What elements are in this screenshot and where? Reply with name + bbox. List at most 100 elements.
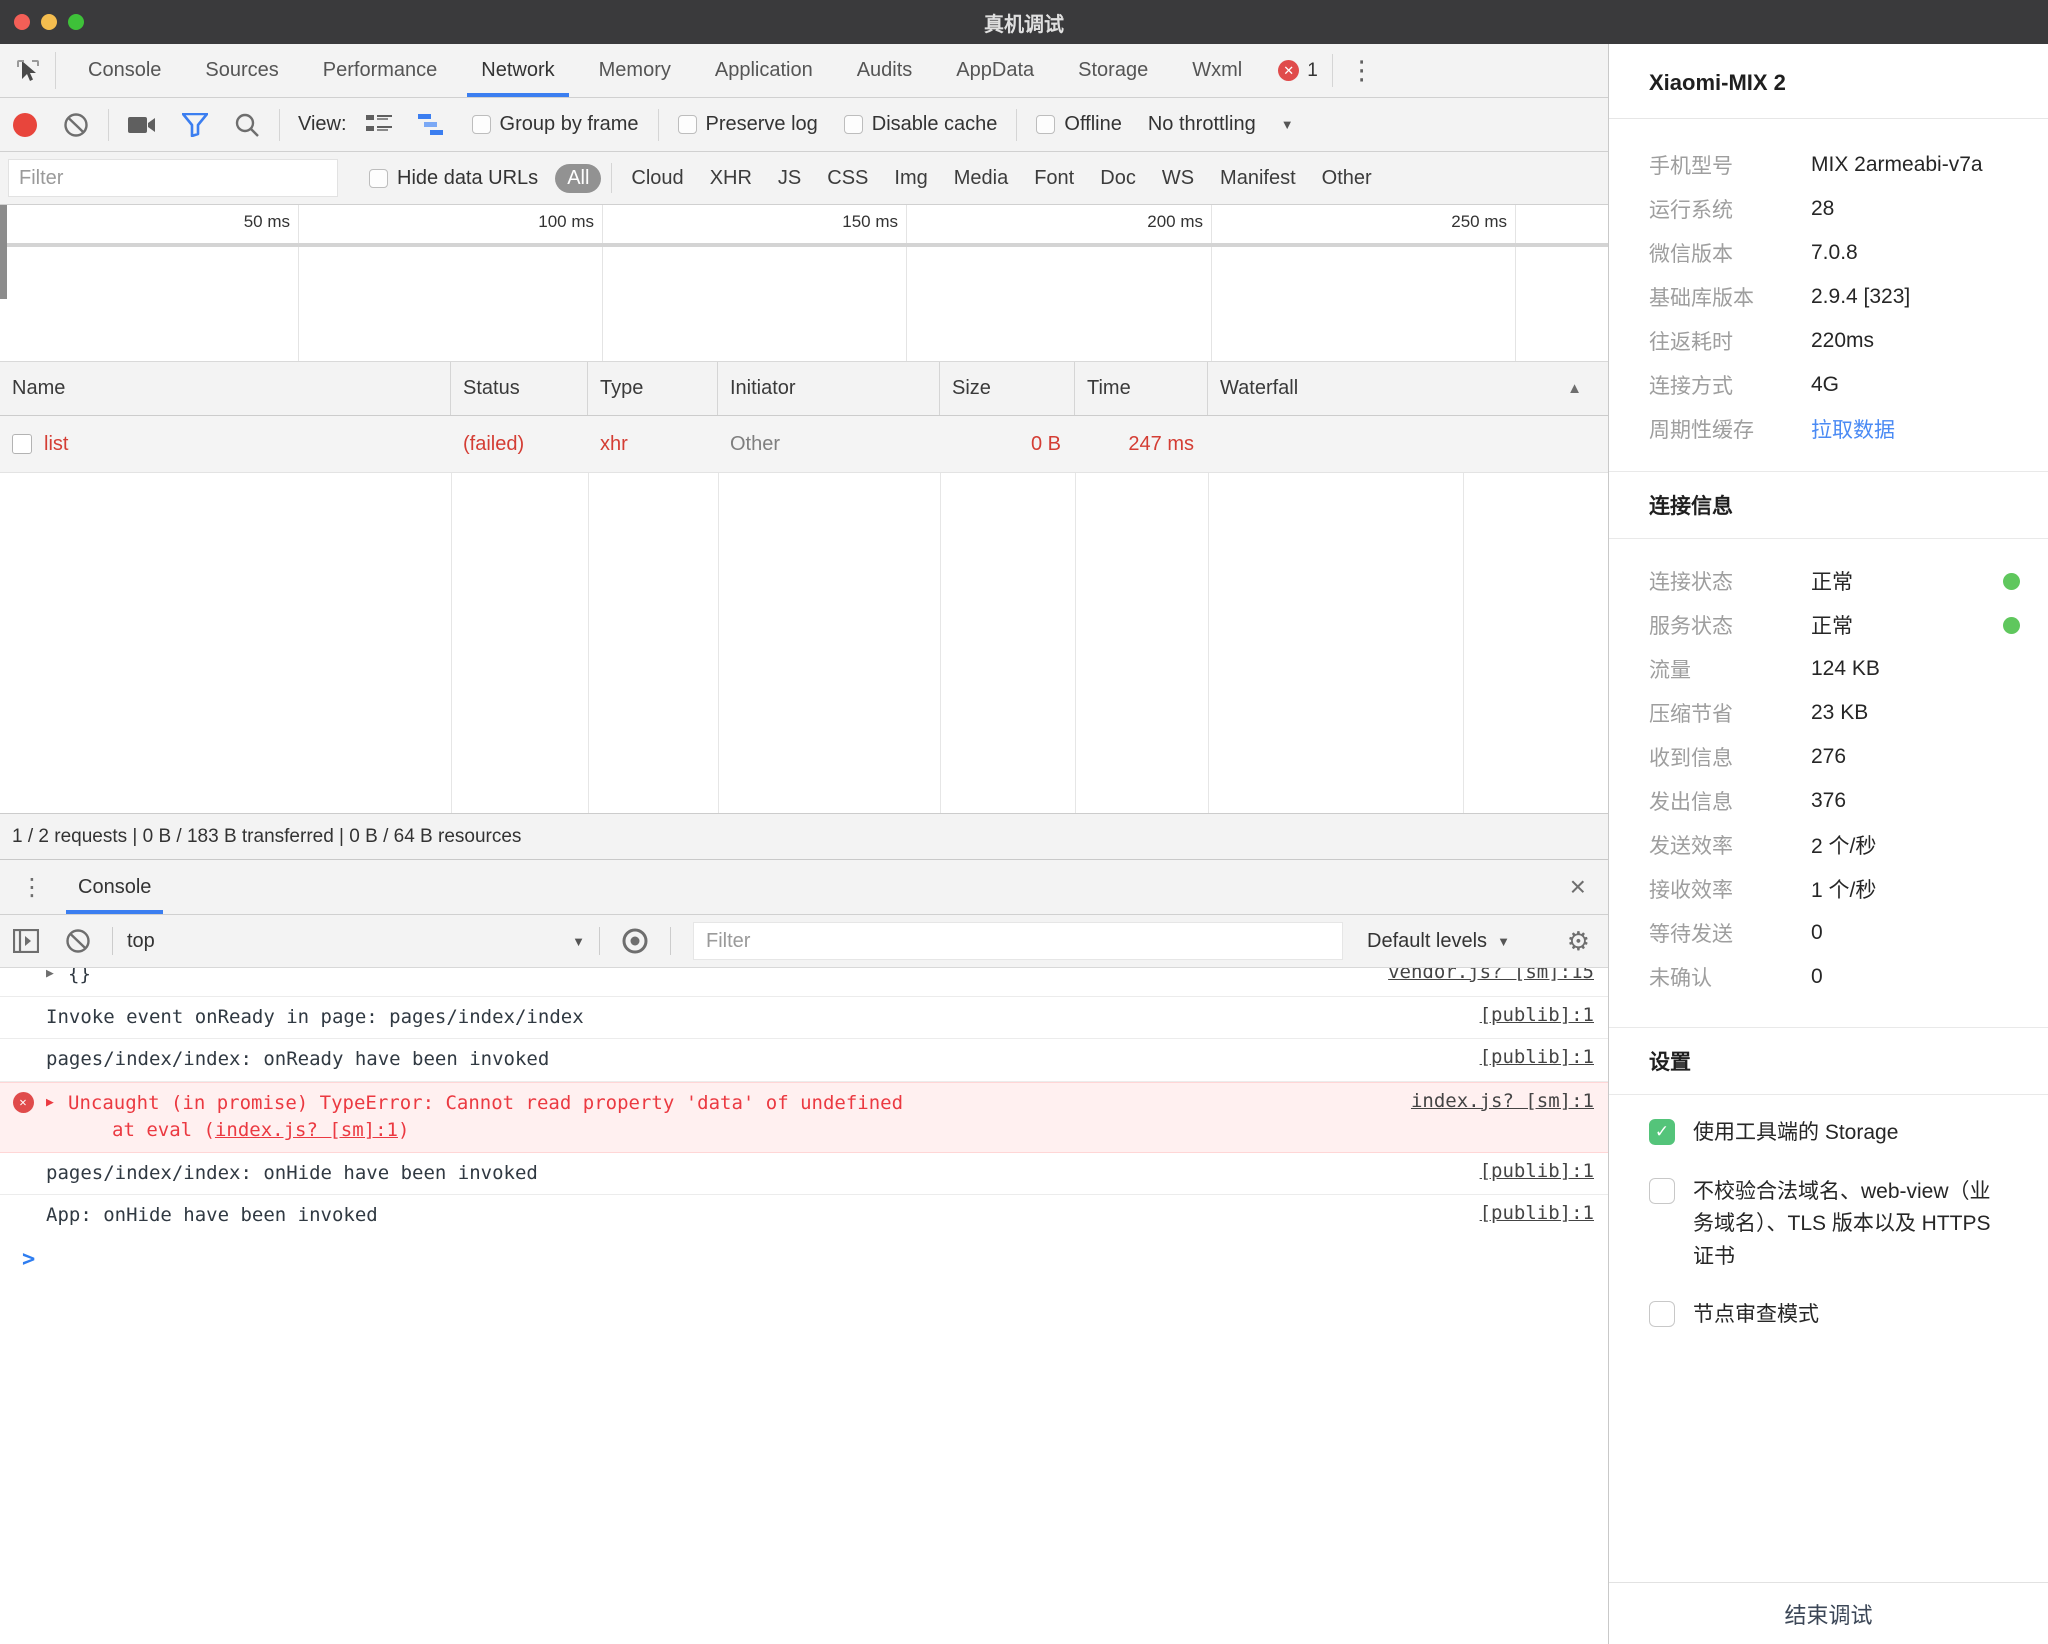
source-link[interactable]: [publib]:1 <box>1480 1004 1594 1026</box>
request-checkbox[interactable] <box>12 434 32 454</box>
type-filter-ws[interactable]: WS <box>1149 167 1207 190</box>
more-options-icon[interactable]: ⋮ <box>1333 44 1391 97</box>
console-sidebar-toggle[interactable] <box>0 915 52 967</box>
expand-icon[interactable]: ▶ <box>46 968 68 981</box>
overview-toggle[interactable] <box>405 98 459 151</box>
console-filter-input[interactable] <box>693 922 1343 960</box>
request-size: 0 B <box>940 416 1075 472</box>
drawer-menu-icon[interactable]: ⋮ <box>0 860 62 914</box>
request-name[interactable]: list <box>44 433 68 456</box>
funnel-icon <box>182 113 208 137</box>
end-debug-button[interactable]: 结束调试 <box>1609 1582 2048 1644</box>
tab-application[interactable]: Application <box>693 44 835 97</box>
tab-console[interactable]: Console <box>66 44 183 97</box>
filter-button[interactable] <box>169 98 221 151</box>
type-filter-cloud[interactable]: Cloud <box>618 167 696 190</box>
search-icon <box>234 112 260 138</box>
network-filter-input[interactable] <box>8 159 338 197</box>
column-header-type[interactable]: Type <box>588 362 718 415</box>
tab-network[interactable]: Network <box>459 44 576 97</box>
clear-button[interactable] <box>50 98 102 151</box>
tab-sources[interactable]: Sources <box>183 44 300 97</box>
console-message[interactable]: Invoke event onReady in page: pages/inde… <box>0 997 1608 1040</box>
console-drawer-tab[interactable]: Console <box>62 860 167 914</box>
status-ok-dot <box>2003 573 2020 590</box>
console-message[interactable]: App: onHide have been invoked [publib]:1 <box>0 1195 1608 1233</box>
type-filter-xhr[interactable]: XHR <box>697 167 765 190</box>
hide-data-urls-checkbox[interactable]: Hide data URLs <box>356 167 551 190</box>
type-filter-doc[interactable]: Doc <box>1087 167 1149 190</box>
search-button[interactable] <box>221 98 273 151</box>
source-link[interactable]: index.js? [sm]:1 <box>1411 1090 1594 1112</box>
tab-memory[interactable]: Memory <box>577 44 693 97</box>
view-label: View: <box>286 113 353 136</box>
source-link[interactable]: [publib]:1 <box>1480 1046 1594 1068</box>
request-status: (failed) <box>451 416 588 472</box>
hide-data-urls-label: Hide data URLs <box>397 167 538 190</box>
column-header-size[interactable]: Size <box>940 362 1075 415</box>
screenshot-button[interactable] <box>115 98 169 151</box>
tab-appdata[interactable]: AppData <box>934 44 1056 97</box>
log-levels-select[interactable]: Default levels ▼ <box>1357 930 1520 953</box>
type-filter-font[interactable]: Font <box>1021 167 1087 190</box>
setting-use-tool-storage[interactable]: ✓ 使用工具端的 Storage <box>1609 1117 2048 1176</box>
type-filter-all[interactable]: All <box>555 164 601 193</box>
disable-cache-checkbox[interactable]: Disable cache <box>831 113 1011 136</box>
type-filter-media[interactable]: Media <box>941 167 1021 190</box>
console-message[interactable]: ▶ {} vendor.js? [sm]:15 <box>0 968 1608 997</box>
ruler-tick: 200 ms <box>1043 212 1203 232</box>
console-message[interactable]: pages/index/index: onReady have been inv… <box>0 1039 1608 1082</box>
console-log: ▶ {} vendor.js? [sm]:15 Invoke event onR… <box>0 968 1608 1233</box>
error-count: 1 <box>1307 60 1318 82</box>
tab-audits[interactable]: Audits <box>835 44 935 97</box>
source-link[interactable]: [publib]:1 <box>1480 1160 1594 1182</box>
error-badge-icon[interactable]: ✕ <box>1278 60 1299 81</box>
tab-wxml[interactable]: Wxml <box>1170 44 1264 97</box>
network-overview[interactable]: 50 ms 100 ms 150 ms 200 ms 250 ms <box>0 205 1608 362</box>
titlebar: 真机调试 <box>0 0 2048 44</box>
expand-icon[interactable]: ▶ <box>46 1090 68 1110</box>
column-header-name[interactable]: Name <box>0 362 451 415</box>
table-row[interactable]: list (failed) xhr Other 0 B 247 ms <box>0 416 1608 473</box>
column-header-time[interactable]: Time <box>1075 362 1208 415</box>
large-rows-toggle[interactable] <box>353 98 405 151</box>
group-by-frame-checkbox[interactable]: Group by frame <box>459 113 652 136</box>
status-ok-dot <box>2003 617 2020 634</box>
record-button[interactable] <box>0 98 50 151</box>
close-icon[interactable]: × <box>1548 860 1608 914</box>
source-link[interactable]: vendor.js? [sm]:15 <box>1388 968 1594 983</box>
column-header-initiator[interactable]: Initiator <box>718 362 940 415</box>
stack-source-link[interactable]: index.js? [sm]:1 <box>215 1119 398 1141</box>
setting-skip-domain-check[interactable]: 不校验合法域名、web-view（业务域名）、TLS 版本以及 HTTPS 证书 <box>1609 1176 2048 1300</box>
setting-node-inspect-mode[interactable]: 节点审查模式 <box>1609 1299 2048 1358</box>
type-filter-manifest[interactable]: Manifest <box>1207 167 1309 190</box>
type-filter-img[interactable]: Img <box>881 167 940 190</box>
live-expression-button[interactable] <box>608 915 662 967</box>
type-filter-css[interactable]: CSS <box>814 167 881 190</box>
console-message[interactable]: pages/index/index: onHide have been invo… <box>0 1153 1608 1196</box>
offline-checkbox[interactable]: Offline <box>1023 113 1134 136</box>
device-info-list: 手机型号MIX 2armeabi-v7a 运行系统28 微信版本7.0.8 基础… <box>1609 119 2048 461</box>
console-prompt[interactable]: > <box>0 1233 1608 1644</box>
tab-storage[interactable]: Storage <box>1056 44 1170 97</box>
tab-performance[interactable]: Performance <box>301 44 460 97</box>
throttling-select[interactable]: No throttling ▼ <box>1135 113 1307 136</box>
console-sidebar-icon <box>13 929 39 953</box>
column-header-waterfall[interactable]: Waterfall ▲ <box>1208 362 1608 415</box>
pull-data-link[interactable]: 拉取数据 <box>1811 414 1895 444</box>
console-clear-button[interactable] <box>52 915 104 967</box>
preserve-log-checkbox[interactable]: Preserve log <box>665 113 831 136</box>
column-header-status[interactable]: Status <box>451 362 588 415</box>
console-toolbar: top ▼ Default levels ▼ ⚙ <box>0 915 1608 968</box>
inspect-button[interactable] <box>0 52 56 89</box>
conn-row: 收到信息276 <box>1609 735 2048 779</box>
gear-icon[interactable]: ⚙ <box>1549 926 1608 957</box>
settings-section-title: 设置 <box>1609 1027 2048 1095</box>
record-icon <box>13 113 37 137</box>
execution-context-select[interactable]: top ▼ <box>121 930 591 953</box>
type-filter-other[interactable]: Other <box>1309 167 1385 190</box>
overview-drag-handle[interactable] <box>0 205 7 299</box>
source-link[interactable]: [publib]:1 <box>1480 1202 1594 1224</box>
type-filter-js[interactable]: JS <box>765 167 814 190</box>
console-error-message[interactable]: ✕ ▶ Uncaught (in promise) TypeError: Can… <box>0 1082 1608 1153</box>
